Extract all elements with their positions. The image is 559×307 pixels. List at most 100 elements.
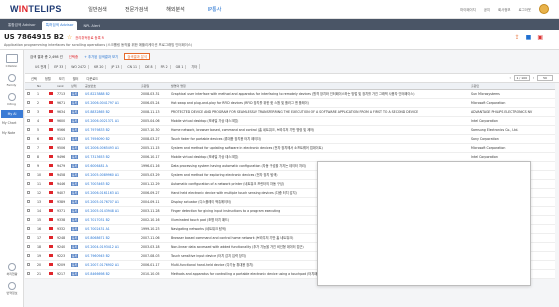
table-row[interactable]: 3 9634 등록 US 8832865 B2 2008-11-13 PROTECTED … — [25, 107, 555, 117]
row-checkbox[interactable] — [25, 215, 35, 225]
row-pub-number[interactable]: US 8068671 B2 — [83, 233, 139, 243]
per-page-select[interactable]: 50 — [537, 75, 553, 81]
star-icon[interactable]: ☆ — [67, 34, 72, 41]
row-checkbox[interactable] — [25, 89, 35, 99]
row-checkbox[interactable] — [25, 233, 35, 243]
row-checkbox[interactable] — [25, 224, 35, 234]
tag-etc[interactable]: 기타 — [189, 64, 201, 69]
row-checkbox[interactable] — [25, 197, 35, 207]
row-pub-number[interactable]: US 7017031 B2 — [83, 215, 139, 225]
tab-integrated-search[interactable]: 통합검색 Advisor — [4, 21, 40, 30]
row-checkbox[interactable] — [25, 161, 35, 171]
row-checkbox[interactable] — [25, 251, 35, 261]
company-info-link[interactable]: 회사정보 — [498, 7, 510, 12]
row-pub-number[interactable]: US 7313653 B2 — [83, 152, 139, 162]
row-checkbox[interactable] — [25, 269, 35, 279]
sidebar-item-citation[interactable]: Citation — [0, 50, 23, 70]
avatar[interactable] — [539, 4, 549, 14]
row-pub-number[interactable]: US 2005-0143948 A1 — [83, 206, 139, 216]
table-row[interactable]: 7 9506 등록 US 2006-0065493 A1 2005-11-15 Syste… — [25, 143, 555, 153]
tag-de[interactable]: DE 8 — [143, 64, 156, 69]
tag-us[interactable]: US 전체 — [33, 64, 50, 69]
sidebar-item-my-note[interactable]: My Note — [0, 128, 23, 138]
row-pub-number[interactable]: US 2005-0176707 A1 — [83, 197, 139, 207]
row-checkbox[interactable] — [25, 143, 35, 153]
row-pub-number[interactable]: US 2006-0065493 A1 — [83, 143, 139, 153]
table-row[interactable]: 1 7713 등록 US 8223888 B2 2008-03-31 Graphical … — [25, 89, 555, 99]
sidebar-item-family[interactable]: Family — [0, 70, 23, 89]
select-button[interactable]: 선택 — [29, 76, 39, 81]
download-button[interactable]: 다운로드 — [85, 76, 101, 81]
row-title[interactable]: Hot swap and plug-and-play for RFID devi… — [169, 98, 469, 108]
row-checkbox[interactable] — [25, 179, 35, 189]
tab-npl-alert[interactable]: NPL Alert — [79, 21, 104, 30]
row-checkbox[interactable] — [25, 107, 35, 117]
row-pub-number[interactable]: US 7960945 B2 — [83, 251, 139, 261]
prev-page-icon[interactable]: ‹ — [509, 76, 510, 80]
table-row[interactable]: 6 9513 등록 US 7956090 B2 2008-03-27 Touch fade… — [25, 134, 555, 144]
row-pub-number[interactable]: US 2005-0089960 A1 — [83, 170, 139, 180]
notice-link[interactable]: 공지 — [484, 7, 490, 12]
selected-chip[interactable]: 선택중 — [69, 54, 78, 59]
row-pub-number[interactable]: US 2006-0161163 A1 — [83, 188, 139, 198]
row-checkbox[interactable] — [25, 98, 35, 108]
tag-jp[interactable]: JP 13 — [109, 64, 123, 69]
filter-button[interactable]: 필터 — [71, 76, 81, 81]
my-page-link[interactable]: 마이페이지 — [460, 7, 476, 12]
row-title[interactable]: Home network, browser based, command and… — [169, 125, 469, 135]
table-row[interactable]: 5 9566 등록 US 7979833 B2 2007-10-30 Home netwo… — [25, 125, 555, 135]
bookmark-icon[interactable]: ■ — [526, 34, 532, 41]
row-checkbox[interactable] — [25, 188, 35, 198]
sort-button[interactable]: 정렬 — [43, 76, 53, 81]
row-checkbox[interactable] — [25, 116, 35, 126]
show-added-results-link[interactable]: + 추가된 검색결과 보기 — [84, 54, 118, 59]
tab-patent-search[interactable]: 특허검색 Advisor — [41, 21, 78, 30]
row-title[interactable]: PROTECTED DEVICE AND PROGRAM FOR SEAMLES… — [169, 107, 469, 117]
table-row[interactable]: 8 9496 등록 US 7313653 B2 2006-10-17 Mobile vir… — [25, 152, 555, 162]
nav-overseas-analysis[interactable]: 해외분석 — [156, 6, 195, 13]
row-pub-number[interactable]: US 8223888 B2 — [83, 89, 139, 99]
nav-ip-stats[interactable]: IP통사 — [195, 6, 234, 13]
nav-general-search[interactable]: 일반검색 — [78, 6, 117, 13]
row-pub-number[interactable]: US 7979833 B2 — [83, 125, 139, 135]
tag-fr[interactable]: FR 2 — [159, 64, 171, 69]
sidebar-item-my-ai[interactable]: My AI — [1, 110, 23, 118]
row-checkbox[interactable] — [25, 134, 35, 144]
page-input[interactable]: 1 / 100 — [513, 75, 530, 81]
next-page-icon[interactable]: › — [533, 76, 534, 80]
tag-wo[interactable]: WO 2472 — [69, 64, 90, 69]
sidebar-item-translation[interactable]: 번역정보 — [0, 278, 24, 297]
pdf-icon[interactable]: ▣ — [537, 34, 543, 41]
row-checkbox[interactable] — [25, 242, 35, 252]
nav-expert-search[interactable]: 전문가검색 — [117, 6, 156, 13]
row-pub-number[interactable]: US 7002431 A1 — [83, 224, 139, 234]
row-pub-number[interactable]: US 2004-0193412 A1 — [83, 242, 139, 252]
row-title[interactable]: Touch fader for portable devices (휴대용 장치… — [169, 134, 469, 144]
tag-gb[interactable]: GB 1 — [174, 64, 187, 69]
sidebar-item-citing[interactable]: Citing — [0, 89, 23, 108]
row-checkbox[interactable] — [25, 152, 35, 162]
row-title[interactable]: Mobile virtual desktop (모바일 가상 데스크탑) — [169, 152, 469, 162]
row-pub-number[interactable]: US 7956090 B2 — [83, 134, 139, 144]
logout-link[interactable]: 로그아웃 — [519, 7, 531, 12]
row-pub-number[interactable]: US 8466698 B2 — [83, 269, 139, 279]
row-title[interactable]: System and method for updating software … — [169, 143, 469, 153]
row-checkbox[interactable] — [25, 206, 35, 216]
row-pub-number[interactable]: US 7003463 B2 — [83, 179, 139, 189]
row-title[interactable]: Mobile virtual desktop (모바일 가상 데스크탑) — [169, 116, 469, 126]
wintelips-logo[interactable]: WINTELIPS — [10, 4, 61, 14]
row-pub-number[interactable]: US 2006-0021371 A1 — [83, 116, 139, 126]
row-pub-number[interactable]: US 2007-0176902 A1 — [83, 260, 139, 270]
row-checkbox[interactable] — [25, 260, 35, 270]
sidebar-item-my-chart[interactable]: My Chart — [0, 118, 23, 128]
row-pub-number[interactable]: US 8832865 B2 — [83, 107, 139, 117]
share-icon[interactable]: ⇪ — [515, 34, 520, 41]
tag-kr[interactable]: KR 20 — [92, 64, 107, 69]
view-button[interactable]: 보기 — [57, 76, 67, 81]
tag-cn[interactable]: CN 11 — [125, 64, 141, 69]
analyze-results-button[interactable]: 검색결과 분석 — [124, 53, 151, 60]
table-row[interactable]: 2 9671 등록 US 2006-0041797 A1 2006-05-24 Hot s… — [25, 98, 555, 108]
row-checkbox[interactable] — [25, 125, 35, 135]
sidebar-item-status[interactable]: 처리현황 — [0, 259, 24, 278]
row-pub-number[interactable]: US 6006481 A — [83, 161, 139, 171]
